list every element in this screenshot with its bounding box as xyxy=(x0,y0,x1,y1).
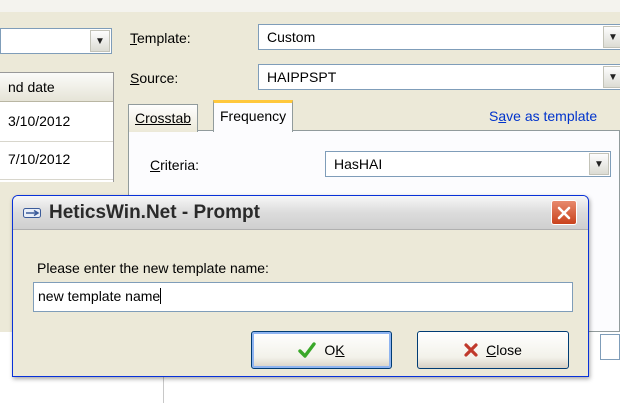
grid-row-divider xyxy=(0,179,113,180)
chevron-down-icon[interactable]: ▼ xyxy=(90,30,110,52)
criteria-label: Criteria: xyxy=(150,157,200,173)
prompt-dialog: HeticsWin.Net - Prompt Please enter the … xyxy=(12,195,589,377)
source-combo[interactable]: HAIPPSPT ▼ xyxy=(258,64,620,90)
chevron-down-icon[interactable]: ▼ xyxy=(603,66,620,88)
ok-button[interactable]: OK xyxy=(251,331,392,369)
chevron-down-icon[interactable]: ▼ xyxy=(603,26,620,48)
grid-cell[interactable]: 7/10/2012 xyxy=(8,151,70,167)
window-top-strip xyxy=(0,0,620,12)
dialog-titlebar[interactable]: HeticsWin.Net - Prompt xyxy=(13,196,588,230)
close-icon[interactable] xyxy=(551,200,577,225)
right-edge-field[interactable] xyxy=(600,334,620,360)
app-icon xyxy=(23,208,41,218)
tab-crosstab[interactable]: Crosstab xyxy=(128,104,199,132)
criteria-combo[interactable]: HasHAI ▼ xyxy=(325,151,611,177)
template-combo[interactable]: Custom ▼ xyxy=(258,24,620,50)
template-name-input[interactable]: new template name xyxy=(33,282,573,312)
template-label: Template: xyxy=(130,30,191,46)
column-header-end-date: nd date xyxy=(8,79,55,95)
prompt-label: Please enter the new template name: xyxy=(37,260,269,276)
source-label: Source: xyxy=(130,70,179,86)
x-icon xyxy=(464,343,478,357)
close-button[interactable]: Close xyxy=(417,331,569,369)
dialog-title: HeticsWin.Net - Prompt xyxy=(49,202,260,223)
left-combo[interactable]: ▼ xyxy=(0,28,112,54)
chevron-down-icon[interactable]: ▼ xyxy=(589,153,609,175)
grid-cell[interactable]: 3/10/2012 xyxy=(8,113,70,129)
ok-button-label: OK xyxy=(324,342,345,358)
grid-row-divider xyxy=(0,141,113,142)
criteria-combo-value: HasHAI xyxy=(334,156,383,172)
check-icon xyxy=(298,342,317,358)
close-button-label: Close xyxy=(486,342,522,358)
source-combo-value: HAIPPSPT xyxy=(267,69,337,85)
tab-frequency[interactable]: Frequency xyxy=(213,100,294,132)
grid-header[interactable]: nd date xyxy=(0,73,113,102)
save-as-template-link[interactable]: Save as template xyxy=(489,108,597,124)
template-combo-value: Custom xyxy=(267,29,316,45)
text-caret xyxy=(160,288,162,304)
